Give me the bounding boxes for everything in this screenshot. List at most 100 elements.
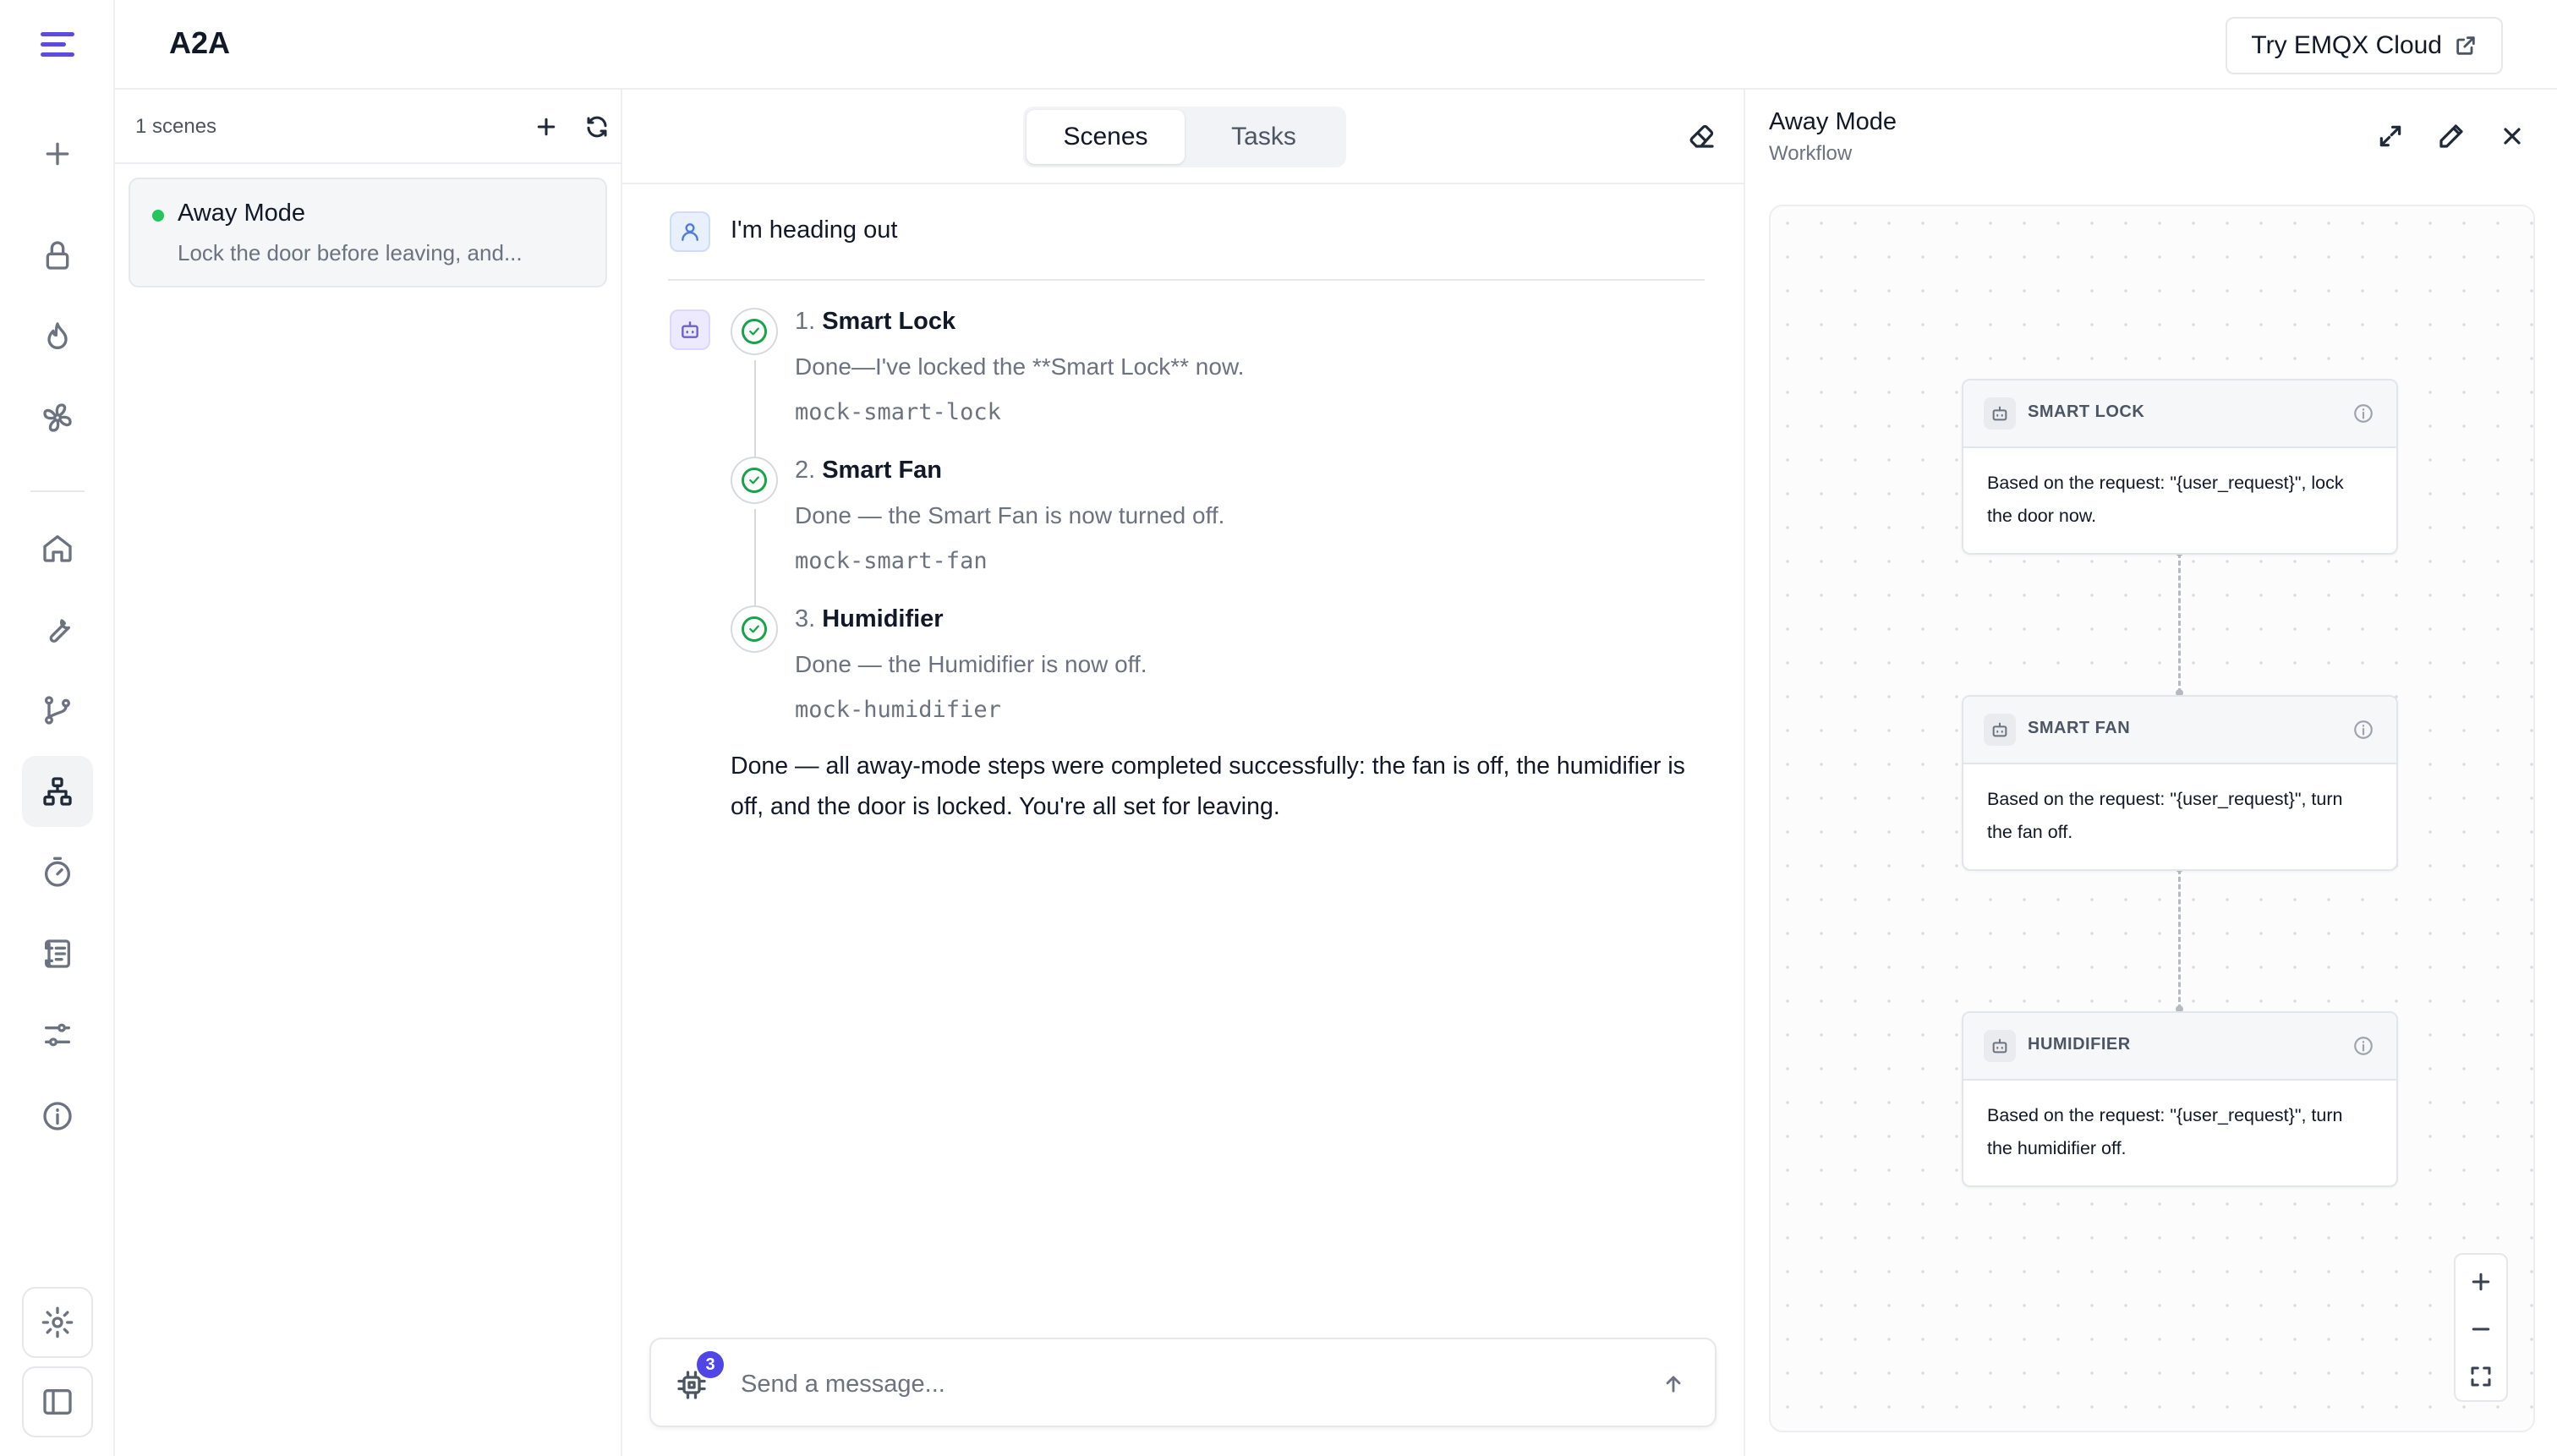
step-status (731, 605, 778, 653)
zoom-controls (2454, 1253, 2508, 1402)
clear-chat-button[interactable] (1681, 115, 1723, 157)
step-agent-id: mock-smart-fan (795, 548, 988, 574)
rail-a2a[interactable] (22, 756, 93, 827)
node-label: SMART FAN (2028, 719, 2131, 737)
user-avatar (670, 211, 710, 252)
step-name: Smart Fan (822, 457, 943, 484)
close-icon (2504, 128, 2521, 145)
arrow-up-icon (1666, 1376, 1681, 1393)
rail-preferences[interactable] (22, 999, 93, 1070)
node-label: HUMIDIFIER (2028, 1035, 2131, 1054)
step-title: 1. Smart Lock (795, 308, 955, 336)
info-icon[interactable] (2352, 719, 2374, 741)
step-status (731, 308, 778, 355)
check-icon (749, 327, 759, 336)
plus-icon (46, 142, 69, 166)
home-icon (43, 535, 72, 562)
scene-name: Away Mode (178, 200, 305, 227)
scene-status-dot (152, 210, 164, 222)
workflow-node[interactable]: HUMIDIFIER Based on the request: "{user_… (1962, 1011, 2398, 1187)
network-icon (43, 777, 72, 806)
node-prompt: Based on the request: "{user_request}", … (1987, 789, 2343, 842)
node-prompt: Based on the request: "{user_request}", … (1987, 473, 2344, 526)
close-workflow-button[interactable] (2491, 115, 2533, 157)
chat-panel: Scenes Tasks I'm heading out 1. Smart Loc… (622, 90, 1745, 1456)
check-icon (749, 625, 759, 633)
step-connector (754, 509, 756, 610)
settings-button[interactable] (22, 1287, 93, 1358)
step-status (731, 457, 778, 504)
scenes-header: 1 scenes (115, 90, 621, 164)
scroll-icon (45, 939, 71, 968)
step-name: Humidifier (822, 605, 944, 632)
fit-view-button[interactable] (2456, 1353, 2506, 1400)
zoom-in-button[interactable] (2456, 1258, 2506, 1305)
step-connector (754, 360, 756, 462)
view-tabs: Scenes Tasks (1023, 107, 1346, 167)
rail-logs[interactable] (22, 918, 93, 989)
info-icon[interactable] (2352, 1035, 2374, 1057)
plus-icon (2472, 1273, 2490, 1291)
chat-header-divider (622, 183, 1744, 184)
settings-icon (41, 1306, 74, 1338)
tab-scenes[interactable]: Scenes (1027, 110, 1185, 164)
wrench-icon (49, 619, 71, 643)
scene-item[interactable]: Away Mode Lock the door before leaving, … (129, 178, 607, 287)
try-cloud-button[interactable]: Try EMQX Cloud (2226, 17, 2503, 74)
rail-workflows[interactable] (22, 675, 93, 746)
scene-description: Lock the door before leaving, and... (178, 240, 523, 265)
workflow-node[interactable]: SMART FAN Based on the request: "{user_r… (1962, 695, 2398, 871)
refresh-scenes-button[interactable] (577, 107, 617, 147)
user-message: I'm heading out (731, 216, 898, 244)
plus-icon (537, 118, 556, 136)
step-number: 1. (795, 308, 816, 335)
edit-workflow-button[interactable] (2430, 115, 2472, 157)
expand-workflow-button[interactable] (2369, 115, 2412, 157)
external-link-icon (2456, 36, 2475, 55)
message-divider (668, 279, 1705, 281)
zoom-out-button[interactable] (2456, 1305, 2506, 1353)
bot-icon (682, 321, 698, 338)
add-scene-button[interactable] (526, 107, 567, 147)
assistant-summary: Done — all away-mode steps were complete… (731, 753, 1685, 820)
step-title: 3. Humidifier (795, 605, 944, 633)
rail-divider (30, 490, 85, 492)
step-title: 2. Smart Fan (795, 457, 942, 484)
minus-icon (2472, 1327, 2490, 1331)
message-input[interactable] (741, 1361, 1620, 1407)
menu-logo-icon[interactable] (34, 25, 81, 64)
rail-humidifier[interactable] (22, 301, 93, 372)
send-button[interactable] (1654, 1365, 1693, 1404)
bot-icon (1984, 397, 2016, 430)
workflow-canvas[interactable]: SMART LOCK Based on the request: "{user_… (1769, 205, 2535, 1432)
step-number: 3. (795, 605, 816, 632)
node-label: SMART LOCK (2028, 402, 2145, 421)
bot-icon (1984, 1030, 2016, 1062)
rail-smart-lock[interactable] (22, 220, 93, 291)
app-title: A2A (169, 25, 231, 60)
rail-about[interactable] (22, 1081, 93, 1152)
tab-tasks[interactable]: Tasks (1185, 110, 1343, 164)
info-icon[interactable] (2352, 402, 2374, 424)
new-item-button[interactable] (22, 118, 93, 189)
workflow-node[interactable]: SMART LOCK Based on the request: "{user_… (1962, 379, 2398, 555)
lock-icon (46, 241, 69, 270)
rail-home[interactable] (22, 512, 93, 583)
sidebar-toggle-button[interactable] (22, 1366, 93, 1437)
bot-icon (1984, 714, 2016, 746)
edge-connector (2178, 553, 2181, 693)
workflow-title: Away Mode (1769, 108, 1897, 135)
workflow-panel: Away Mode Workflow SMART LOCK Based on t… (1745, 90, 2557, 1456)
flame-icon (47, 322, 68, 349)
rail-tools[interactable] (22, 594, 93, 665)
rail-timers[interactable] (22, 837, 93, 908)
rail-smart-fan[interactable] (22, 382, 93, 453)
edge-connector (2178, 869, 2181, 1010)
eraser-icon (1689, 124, 1714, 148)
fullscreen-icon (2471, 1366, 2491, 1387)
step-number: 2. (795, 457, 816, 484)
bot-avatar (670, 309, 710, 350)
node-header: SMART LOCK (1963, 380, 2396, 448)
sliders-icon (45, 1023, 71, 1047)
fan-icon (43, 403, 72, 432)
